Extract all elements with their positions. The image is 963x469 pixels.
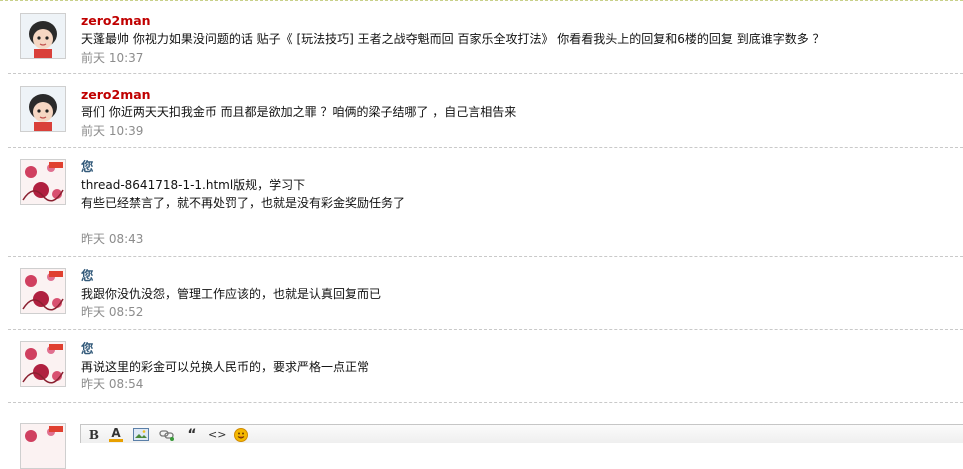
avatar[interactable]	[20, 13, 66, 59]
cartoon-girl-avatar-icon	[21, 14, 65, 58]
cartoon-girl-avatar-icon	[21, 87, 65, 131]
avatar[interactable]	[20, 423, 66, 469]
avatar[interactable]	[20, 268, 66, 314]
avatar[interactable]	[20, 86, 66, 132]
message-divider	[8, 402, 963, 403]
message-divider	[8, 147, 963, 148]
message-time: 昨天 08:52	[81, 305, 144, 319]
message-text: 天蓬最帅 你视力如果没问题的话 贴子《 [玩法技巧] 王者之战夺魁而回 百家乐全…	[81, 32, 825, 46]
smiley-icon	[234, 428, 248, 442]
link-icon	[159, 430, 174, 441]
floral-pattern-avatar-icon	[21, 342, 65, 386]
floral-pattern-avatar-icon	[21, 269, 65, 313]
message-text: 再说这里的彩金可以兑换人民币的，要求严格一点正常	[81, 360, 370, 374]
message-author[interactable]: 您	[81, 268, 94, 283]
message-time: 前天 10:37	[81, 51, 144, 65]
quote-button[interactable]: “	[185, 428, 199, 442]
floral-pattern-avatar-icon	[21, 424, 65, 468]
top-divider	[0, 0, 963, 1]
message-time: 前天 10:39	[81, 124, 144, 138]
floral-pattern-avatar-icon	[21, 160, 65, 204]
message-author[interactable]: zero2man	[81, 87, 151, 102]
message-text: 我跟你没仇没怨，管理工作应该的，也就是认真回复而已	[81, 287, 382, 301]
message-author[interactable]: 您	[81, 159, 94, 174]
bold-button[interactable]: B	[87, 428, 101, 442]
message-divider	[8, 329, 963, 330]
message-author[interactable]: zero2man	[81, 13, 151, 28]
message-text: 哥们 你近两天天扣我金币 而且都是欲加之罪 ？咱俩的梁子结哪了 ，自己言相告来	[81, 105, 517, 119]
message-author[interactable]: 您	[81, 341, 94, 356]
image-icon	[133, 428, 149, 441]
message-divider	[8, 256, 963, 257]
emoji-button[interactable]	[234, 428, 248, 442]
reply-editor[interactable]: B A “ <>	[80, 424, 963, 443]
insert-image-button[interactable]	[133, 428, 149, 442]
font-color-button[interactable]: A	[109, 426, 123, 442]
avatar[interactable]	[20, 159, 66, 205]
message-time: 昨天 08:54	[81, 377, 144, 391]
code-button[interactable]: <>	[208, 428, 226, 442]
message-divider	[8, 73, 963, 74]
insert-link-button[interactable]	[159, 428, 175, 442]
message-text: 有些已经禁言了，就不再处罚了，也就是没有彩金奖励任务了	[81, 196, 406, 210]
message-time: 昨天 08:43	[81, 232, 144, 246]
font-color-icon: A	[111, 426, 121, 440]
avatar[interactable]	[20, 341, 66, 387]
message-text: thread-8641718-1-1.html版规，学习下	[81, 178, 306, 192]
